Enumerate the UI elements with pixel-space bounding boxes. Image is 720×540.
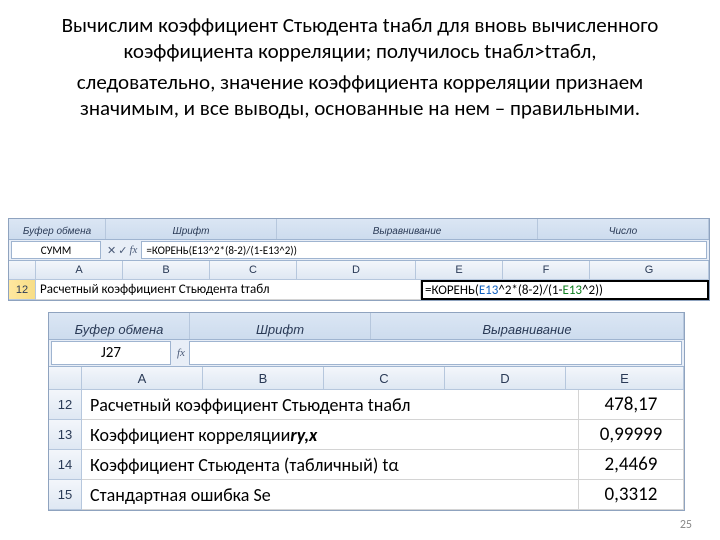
col-header[interactable]: C xyxy=(210,261,297,279)
ribbon-group-font: Шрифт xyxy=(190,313,371,339)
formula-bar-row: СУММ ✕ ✓ fx =КОРЕНЬ(E13^2*(8-2)/(1-E13^2… xyxy=(9,240,709,261)
grid: 12 Расчетный коэффициент Стьюдента tнабл… xyxy=(49,390,684,510)
row-header[interactable]: 12 xyxy=(9,280,36,300)
ribbon-group-clipboard: Буфер обмена xyxy=(9,219,106,239)
page-number: 25 xyxy=(680,518,692,532)
col-header[interactable]: E xyxy=(566,367,684,389)
ribbon-group-align: Выравнивание xyxy=(371,313,684,339)
row-header[interactable]: 12 xyxy=(49,390,82,420)
grid: 12 Расчетный коэффициент Стьюдента tтабл… xyxy=(9,280,709,300)
ribbon-group-number: Число xyxy=(538,219,709,239)
cell-label[interactable]: Коэффициент корреляции ry,x xyxy=(82,420,579,450)
row-header[interactable]: 13 xyxy=(49,420,82,450)
col-header[interactable]: A xyxy=(36,261,123,279)
name-box[interactable]: J27 xyxy=(51,341,171,365)
cell-value[interactable]: 0,99999 xyxy=(579,420,684,450)
col-header[interactable]: E xyxy=(416,261,503,279)
col-header[interactable]: D xyxy=(297,261,416,279)
column-headers: A B C D E xyxy=(49,367,684,390)
col-header[interactable]: B xyxy=(203,367,324,389)
select-all-corner[interactable] xyxy=(49,367,82,389)
ribbon-group-clipboard: Буфер обмена xyxy=(49,313,190,339)
row-header[interactable]: 15 xyxy=(49,480,82,510)
ribbon-group-align: Выравнивание xyxy=(277,219,538,239)
cell-value[interactable]: 2,4469 xyxy=(579,450,684,480)
cell-value[interactable]: 478,17 xyxy=(579,390,684,420)
cell-label[interactable]: Расчетный коэффициент Стьюдента tтабл xyxy=(36,280,421,300)
col-header[interactable]: B xyxy=(123,261,210,279)
cell-label[interactable]: Коэффициент Стьюдента (табличный) tα xyxy=(82,450,579,480)
ribbon-group-font: Шрифт xyxy=(106,219,277,239)
enter-icon[interactable]: ✓ xyxy=(118,244,127,257)
cell-label[interactable]: Стандартная ошибка Se xyxy=(82,480,579,510)
formula-bar-row: J27 fx xyxy=(49,340,684,367)
slide-body-text: Вычислим коэффициент Стьюдента tнабл для… xyxy=(0,0,720,133)
fx-icon[interactable]: fx xyxy=(129,244,137,256)
name-box[interactable]: СУММ xyxy=(11,241,101,259)
ribbon-group-labels: Буфер обмена Шрифт Выравнивание Число xyxy=(9,219,709,240)
cell-value[interactable]: 0,3312 xyxy=(579,480,684,510)
excel-screenshot-formula: Буфер обмена Шрифт Выравнивание Число СУ… xyxy=(8,218,710,301)
col-header[interactable]: G xyxy=(590,261,709,279)
formula-bar[interactable] xyxy=(189,341,682,365)
col-header[interactable]: A xyxy=(82,367,203,389)
ribbon-group-labels: Буфер обмена Шрифт Выравнивание xyxy=(49,313,684,340)
formula-bar-buttons: ✕ ✓ fx xyxy=(103,240,141,260)
paragraph-2: следовательно, значение коэффициента кор… xyxy=(50,69,670,122)
excel-screenshot-results: Буфер обмена Шрифт Выравнивание J27 fx A… xyxy=(48,312,685,511)
col-header[interactable]: D xyxy=(445,367,566,389)
cancel-icon[interactable]: ✕ xyxy=(107,244,116,257)
select-all-corner[interactable] xyxy=(9,261,36,279)
cell-editing[interactable]: =КОРЕНЬ(E13^2*(8-2)/(1-E13^2)) xyxy=(421,280,709,300)
paragraph-1: Вычислим коэффициент Стьюдента tнабл для… xyxy=(50,12,670,65)
col-header[interactable]: F xyxy=(503,261,590,279)
fx-icon[interactable]: fx xyxy=(177,347,185,359)
row-header[interactable]: 14 xyxy=(49,450,82,480)
col-header[interactable]: C xyxy=(324,367,445,389)
cell-label[interactable]: Расчетный коэффициент Стьюдента tнабл xyxy=(82,390,579,420)
formula-bar[interactable]: =КОРЕНЬ(E13^2*(8-2)/(1-E13^2)) xyxy=(141,241,707,259)
formula-bar-buttons: fx xyxy=(173,340,189,366)
column-headers: A B C D E F G xyxy=(9,261,709,280)
